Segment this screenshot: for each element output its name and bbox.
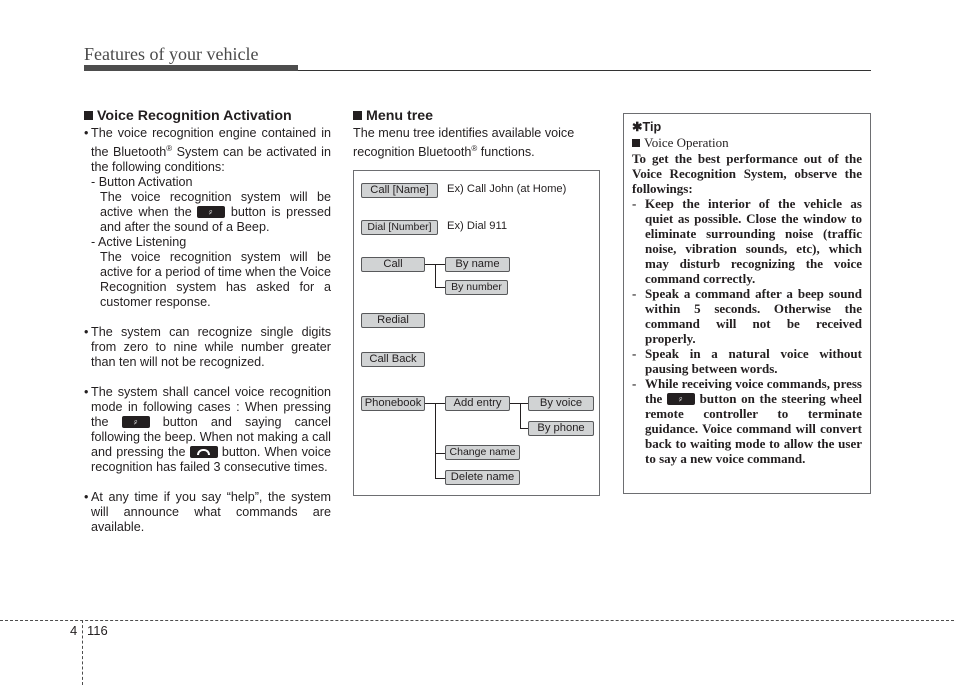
bullet-dot-icon: • — [84, 126, 89, 140]
node-dial-number: Dial [Number] — [361, 220, 438, 235]
dash-marker: - — [632, 286, 637, 301]
paragraph-text: functions. — [477, 145, 535, 160]
tip-intro: To get the best performance out of the V… — [632, 151, 862, 196]
footer-vertical-rule — [82, 620, 83, 685]
paragraph-text: At any time if you say “help”, the syste… — [91, 490, 331, 535]
connector-line — [520, 428, 528, 429]
tip-box: ✱Tip Voice Operation To get the best per… — [623, 113, 871, 494]
example-call-name: Ex) Call John (at Home) — [447, 183, 567, 195]
menu-tree-intro: The menu tree identifies available voice… — [353, 126, 601, 160]
bullet-item: • The voice recognition engine contained… — [84, 126, 331, 175]
sub-label: - Button Activation — [91, 175, 193, 190]
connector-line — [435, 403, 436, 478]
chapter-number: 4 — [70, 623, 78, 638]
connector-line — [435, 287, 445, 288]
voice-talk-button-icon — [667, 393, 695, 405]
tip-item-text: Speak a command after a beep sound withi… — [645, 286, 862, 346]
node-by-number: By number — [445, 280, 508, 295]
tip-subheading: Voice Operation — [632, 135, 862, 151]
hang-up-button-icon — [189, 446, 218, 459]
bullet-dot-icon: • — [84, 385, 89, 400]
voice-talk-button-icon — [197, 206, 226, 219]
voice-activation-heading: Voice Recognition Activation — [84, 109, 331, 124]
square-bullet-icon — [353, 111, 362, 120]
connector-line — [435, 478, 445, 479]
node-change-name: Change name — [445, 445, 520, 460]
node-redial: Redial — [361, 313, 425, 328]
connector-line — [520, 403, 521, 428]
node-call-back: Call Back — [361, 352, 425, 367]
menu-tree-diagram: Call [Name] Ex) Call John (at Home) Dial… — [353, 170, 600, 496]
section-title: Features of your vehicle — [84, 44, 259, 64]
voice-activation-section: Voice Recognition Activation • The voice… — [84, 109, 331, 535]
tip-item: - Speak a command after a beep sound with… — [632, 286, 862, 346]
connector-line — [435, 264, 436, 287]
voice-talk-button-icon — [121, 416, 150, 429]
dash-marker: - — [632, 196, 637, 211]
square-bullet-icon — [632, 139, 640, 147]
connector-line — [435, 453, 445, 454]
bullet-dot-icon: • — [84, 325, 89, 340]
paragraph-text: The menu tree identifies available voice… — [353, 126, 575, 160]
page-number: 116 — [87, 623, 108, 638]
header-bar — [84, 65, 298, 71]
square-bullet-icon — [84, 111, 93, 120]
header-rule — [298, 70, 871, 71]
tip-item-text: Speak in a natural voice without pausing… — [645, 346, 862, 376]
example-dial-number: Ex) Dial 911 — [447, 220, 508, 232]
bullet-item: • At any time if you say “help”, the syst… — [84, 490, 331, 535]
heading-text: Voice Recognition Activation — [97, 108, 292, 124]
footer-dashed-rule — [0, 620, 954, 621]
node-delete-name: Delete name — [445, 470, 520, 485]
sub-body: The voice recognition system will be act… — [84, 190, 331, 235]
dash-marker: - — [632, 376, 637, 391]
node-by-name: By name — [445, 257, 510, 272]
bullet-item: • The system shall cancel voice recogniti… — [84, 385, 331, 475]
node-by-voice: By voice — [528, 396, 594, 411]
node-add-entry: Add entry — [445, 396, 510, 411]
node-call: Call — [361, 257, 425, 272]
bullet-item: • The system can recognize single digits … — [84, 325, 331, 370]
tip-item: - Keep the interior of the vehicle as qui… — [632, 196, 862, 286]
menu-tree-section: Menu tree The menu tree identifies avail… — [353, 109, 601, 160]
bullet-dot-icon: • — [84, 490, 89, 505]
subheading-text: Voice Operation — [644, 135, 729, 150]
node-call-name: Call [Name] — [361, 183, 438, 198]
tip-item: - Speak in a natural voice without pausin… — [632, 346, 862, 376]
sub-label: - Active Listening — [91, 235, 187, 250]
menu-tree-heading: Menu tree — [353, 109, 601, 124]
paragraph-text: The system can recognize single digits f… — [91, 325, 331, 370]
heading-text: Menu tree — [366, 108, 434, 124]
node-phonebook: Phonebook — [361, 396, 425, 411]
tip-item-text: Keep the interior of the vehicle as quie… — [645, 196, 862, 286]
tip-item: - While receiving voice commands, press t… — [632, 376, 862, 466]
sub-body: The voice recognition system will be act… — [100, 250, 331, 310]
connector-line — [510, 403, 528, 404]
tip-label: ✱Tip — [632, 120, 662, 134]
node-by-phone: By phone — [528, 421, 594, 436]
dash-marker: - — [632, 346, 637, 361]
